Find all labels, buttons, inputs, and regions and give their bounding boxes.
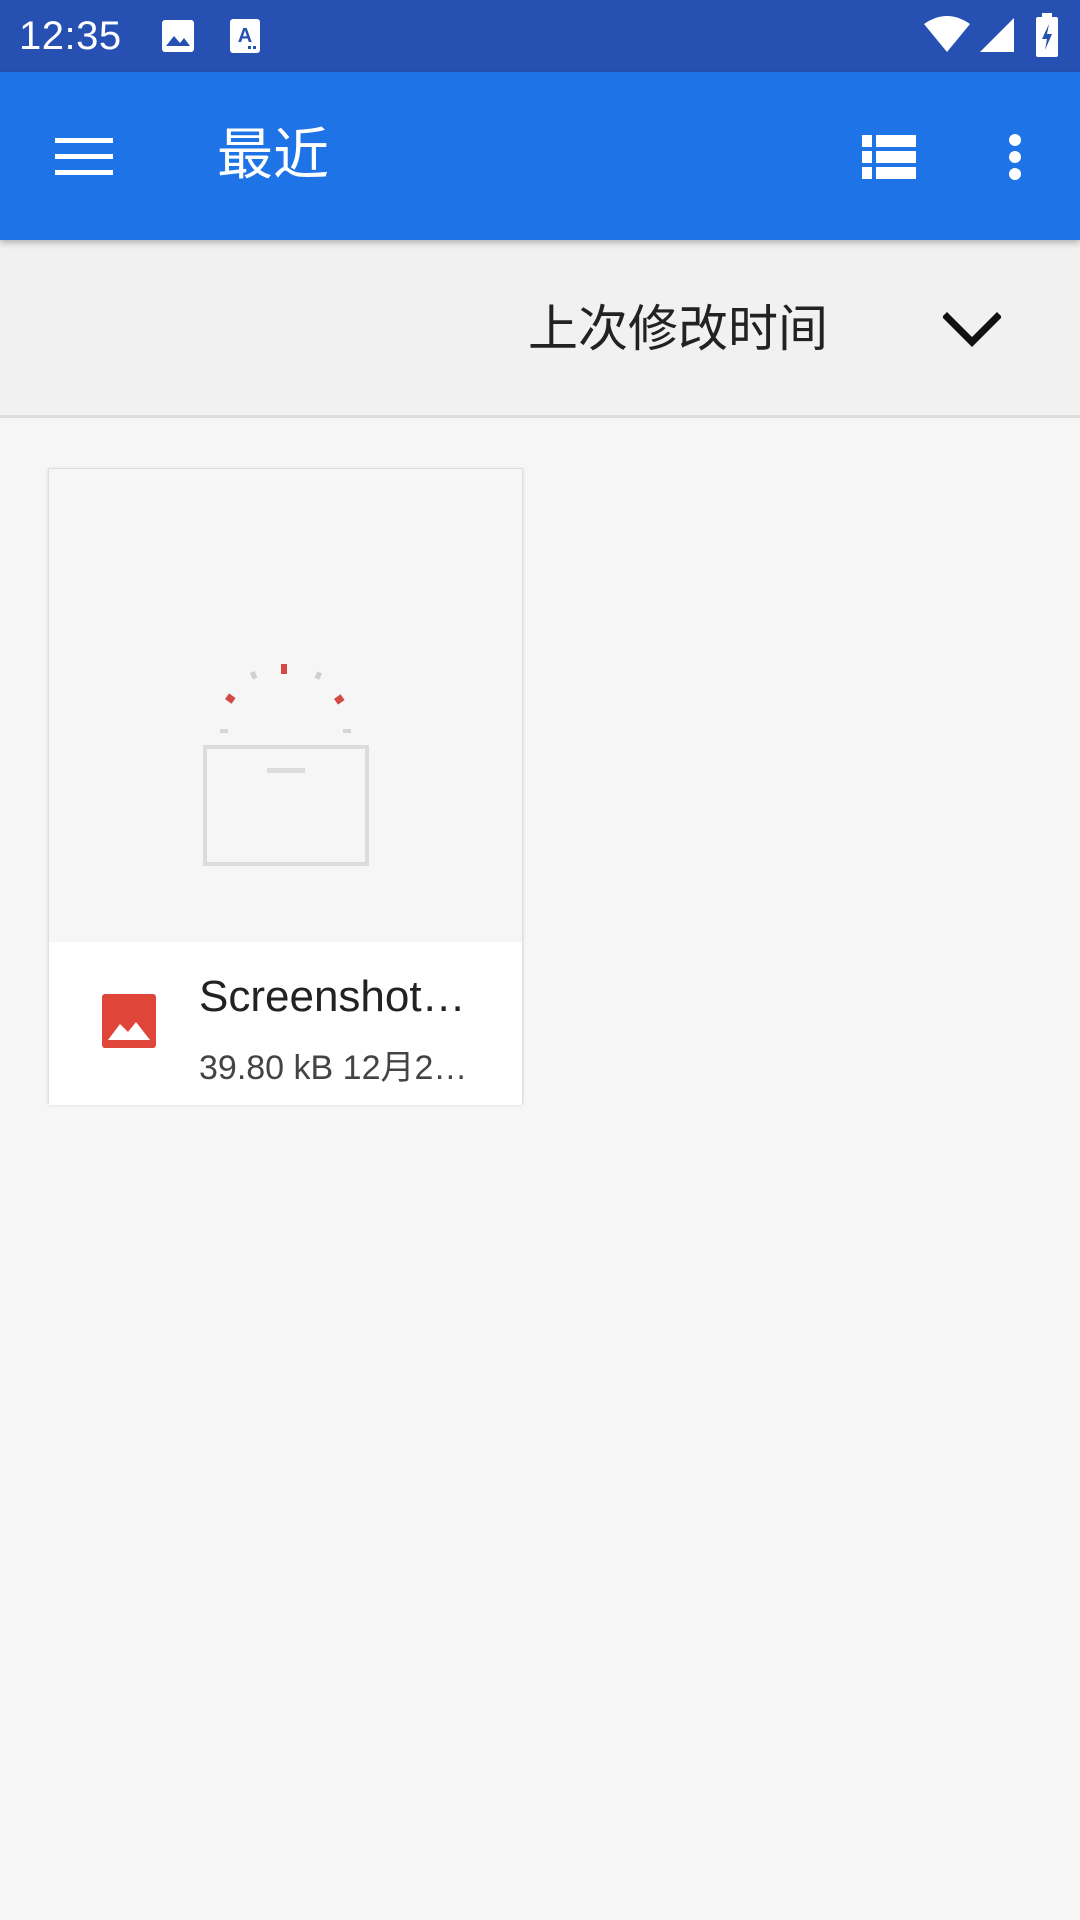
app-bar: 最近 [0, 72, 1080, 240]
sort-bar: 上次修改时间 [0, 240, 1080, 418]
hamburger-menu-icon[interactable] [44, 122, 124, 192]
wifi-icon [922, 14, 972, 58]
svg-text:A: A [238, 25, 252, 47]
loading-placeholder-icon [203, 664, 369, 866]
sort-label[interactable]: 上次修改时间 [528, 297, 828, 361]
image-notification-icon [160, 18, 196, 58]
cell-signal-icon [978, 16, 1016, 58]
more-vert-icon[interactable] [985, 122, 1045, 192]
status-bar: 12:35 A [0, 0, 1080, 72]
chevron-down-icon[interactable] [932, 300, 1012, 360]
image-file-icon [102, 994, 156, 1052]
file-meta: 39.80 kB 12月2… [199, 1049, 468, 1087]
file-card[interactable]: Screenshot… 39.80 kB 12月2… [48, 468, 523, 1105]
file-name: Screenshot… [199, 972, 466, 1021]
file-card-footer: Screenshot… 39.80 kB 12月2… [49, 942, 522, 1105]
page-title: 最近 [217, 123, 329, 188]
status-time: 12:35 [19, 13, 122, 58]
file-thumbnail[interactable] [49, 469, 522, 942]
battery-charging-icon [1034, 12, 1060, 62]
text-notification-icon: A [228, 17, 262, 59]
list-view-icon[interactable] [854, 122, 924, 192]
